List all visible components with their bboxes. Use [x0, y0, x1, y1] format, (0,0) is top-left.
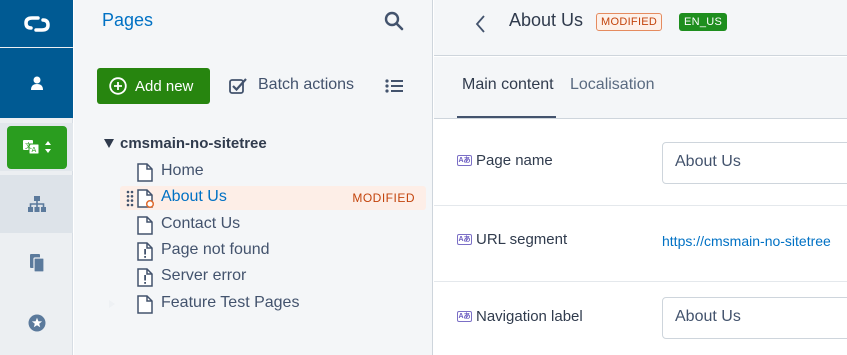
edit-panel: About Us MODIFIED EN_US Main content Loc…: [434, 0, 847, 355]
url-segment-row: Aあ URL segment https://cmsmain-no-sitetr…: [434, 206, 847, 282]
page-name-label: Aあ Page name: [457, 152, 553, 169]
page-modified-icon: [137, 189, 155, 209]
page-icon: [137, 295, 153, 314]
page-name-input[interactable]: About Us: [662, 142, 847, 184]
tree-item-label: About Us: [161, 188, 227, 205]
batch-actions-label: Batch actions: [258, 76, 355, 93]
navigation-label-input[interactable]: About Us: [662, 297, 847, 339]
caret-right-icon[interactable]: [108, 300, 116, 308]
sitetree-icon[interactable]: [0, 175, 73, 233]
field-label-text: URL segment: [476, 231, 568, 248]
search-icon[interactable]: [384, 11, 404, 36]
url-segment-label: Aあ URL segment: [457, 231, 567, 248]
tree-root[interactable]: cmsmain-no-sitetree: [104, 135, 267, 152]
logo-icon[interactable]: [0, 0, 73, 47]
updown-chevron-icon: [44, 141, 51, 153]
tree-item-label: Home: [161, 162, 204, 179]
tab-localisation[interactable]: Localisation: [570, 76, 655, 94]
tree-root-label: cmsmain-no-sitetree: [120, 135, 267, 152]
status-badge: MODIFIED: [596, 13, 663, 31]
translate-icon[interactable]: 文A: [6, 125, 67, 169]
page-title: About Us: [509, 10, 584, 30]
tree-item-label: Page not found: [161, 241, 270, 258]
main-menu-rail: 文A: [0, 0, 73, 355]
back-arrow-icon[interactable]: [474, 14, 486, 39]
url-segment-link[interactable]: https://cmsmain-no-sitetree: [662, 233, 831, 249]
page-name-row: Aあ Page name About Us: [434, 120, 847, 206]
list-view-icon[interactable]: [385, 79, 403, 98]
star-icon[interactable]: [0, 295, 73, 350]
add-new-label: Add new: [135, 77, 194, 95]
svg-text:A: A: [31, 146, 36, 154]
tree-item-label: Server error: [161, 267, 247, 284]
translatable-icon: Aあ: [457, 234, 472, 245]
drag-handle-icon[interactable]: [126, 190, 134, 207]
locale-switcher[interactable]: 文A: [0, 123, 73, 171]
page-icon: [137, 216, 153, 235]
translatable-icon: Aあ: [457, 311, 472, 322]
tree-item-label: Feature Test Pages: [161, 294, 300, 311]
field-label-text: Page name: [476, 152, 553, 169]
edit-header: About Us MODIFIED EN_US: [434, 0, 847, 56]
status-badge: MODIFIED: [352, 191, 415, 205]
files-icon[interactable]: [0, 235, 73, 290]
pages-panel: Pages Add new Batch actions cmsmain-no-s…: [74, 0, 433, 355]
panel-title: Pages: [102, 10, 154, 30]
checkbox-icon: [229, 77, 247, 94]
tabs-bar: Main content Localisation: [434, 57, 847, 119]
locale-badge: EN_US: [679, 13, 728, 31]
batch-actions-button[interactable]: Batch actions: [229, 76, 354, 94]
tree-item-label: Contact Us: [161, 215, 241, 232]
translatable-icon: Aあ: [457, 155, 472, 166]
tab-main-content[interactable]: Main content: [462, 76, 554, 94]
navigation-label-label: Aあ Navigation label: [457, 308, 583, 325]
error-page-icon: [137, 242, 153, 261]
page-icon: [137, 163, 153, 182]
navigation-label-row: Aあ Navigation label About Us: [434, 282, 847, 355]
error-page-icon: [137, 268, 153, 287]
active-tab-indicator: [457, 116, 556, 118]
user-icon[interactable]: [0, 48, 73, 118]
add-new-button[interactable]: Add new: [97, 68, 210, 104]
field-label-text: Navigation label: [476, 308, 583, 325]
caret-down-icon[interactable]: [104, 139, 114, 148]
plus-circle-icon: [109, 77, 127, 95]
tree-item-about-us[interactable]: About Us MODIFIED: [120, 186, 426, 210]
